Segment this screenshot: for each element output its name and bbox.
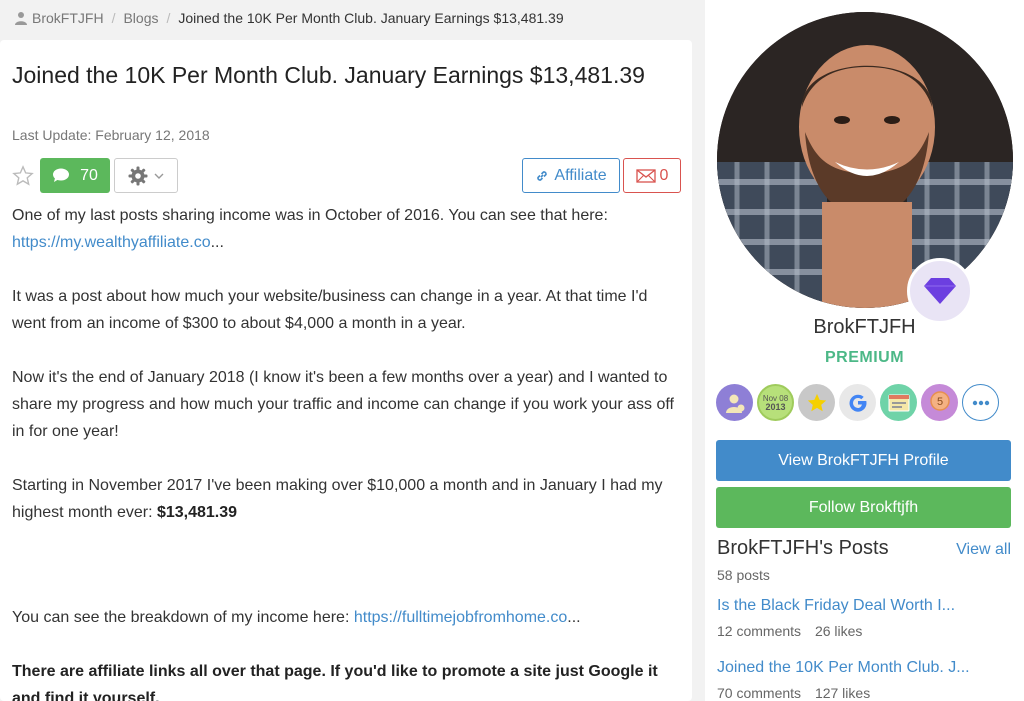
post-link[interactable]: Is the Black Friday Deal Worth I... [717,597,1012,615]
like-count: 127 likes [814,685,871,701]
profile-name: BrokFTJFH [813,316,916,338]
member-since-badge[interactable]: Nov 08 2013 [757,384,794,421]
link-ellipsis: ... [567,609,581,626]
post-card: Joined the 10K Per Month Club. January E… [0,40,692,701]
post-meta: 12 comments 26 likes [717,623,1012,639]
paragraph: It was a post about how much your websit… [12,288,648,332]
posts-count: 58 posts [717,567,770,583]
wealthy-affiliate-link[interactable]: https://my.wealthyaffiliate.co [12,234,211,251]
member-since-year: 2013 [765,401,786,412]
comments-button[interactable]: 70 [40,158,110,193]
star-icon[interactable] [12,165,34,187]
comment-bubble-icon [53,168,70,182]
google-icon[interactable] [839,384,876,421]
chevron-down-icon [154,173,164,179]
user-gear-icon[interactable] [716,384,753,421]
avatar[interactable] [717,12,1013,308]
list-item: Is the Black Friday Deal Worth I... 12 c… [717,597,1012,639]
profile-sidebar: BrokFTJFH PREMIUM Nov 08 2013 5 View Bro… [705,0,1024,701]
post-title: Joined the 10K Per Month Club. January E… [12,62,645,88]
diamond-icon [924,278,956,304]
breadcrumb: BrokFTJFH / Blogs / Joined the 10K Per M… [14,10,564,26]
highest-earnings: $13,481.39 [156,504,238,521]
paragraph-text: You can see the breakdown of my income h… [12,609,354,626]
settings-dropdown[interactable] [114,158,178,193]
paragraph: One of my last posts sharing income was … [12,202,682,256]
list-item: Joined the 10K Per Month Club. J... 70 c… [717,659,1012,701]
star-icon[interactable] [798,384,835,421]
message-count: 0 [659,166,669,184]
gear-icon [128,166,148,185]
post-toolbar: 70 Affiliate 0 [10,158,682,194]
paragraph-text: Starting in November 2017 I've been maki… [12,477,663,521]
membership-level: PREMIUM [824,349,905,366]
breadcrumb-blogs-link[interactable]: Blogs [123,10,158,26]
breadcrumb-separator: / [111,10,116,26]
follow-button[interactable]: Follow Brokftjfh [716,487,1011,528]
breadcrumb-user-link[interactable]: BrokFTJFH [32,10,104,26]
paragraph-text: One of my last posts sharing income was … [12,207,608,224]
breadcrumb-separator: / [166,10,171,26]
more-icon[interactable] [962,384,999,421]
affiliate-label: Affiliate [554,166,607,184]
ribbon-number: 5 [936,396,942,408]
avatar-photo [717,12,1013,308]
posts-heading: BrokFTJFH's Posts [717,537,889,559]
paragraph: Now it's the end of January 2018 (I know… [12,369,674,440]
affiliate-button[interactable]: Affiliate [522,158,620,193]
paragraph: Starting in November 2017 I've been maki… [12,472,682,526]
comment-count: 70 [80,166,98,184]
view-profile-button[interactable]: View BrokFTJFH Profile [716,440,1011,481]
view-all-link[interactable]: View all [956,541,1011,559]
post-meta: 70 comments 127 likes [717,685,1012,701]
income-breakdown-link[interactable]: https://fulltimejobfromhome.co [354,609,567,626]
post-link[interactable]: Joined the 10K Per Month Club. J... [717,659,1012,677]
diamond-membership-badge [907,258,973,324]
paragraph: You can see the breakdown of my income h… [12,604,682,631]
comment-count: 70 comments [717,685,802,701]
last-update: Last Update: February 12, 2018 [12,127,210,143]
achievement-badges: Nov 08 2013 5 [716,384,999,421]
post-body: One of my last posts sharing income was … [12,202,682,701]
paragraph-bold: There are affiliate links all over that … [12,663,658,701]
breadcrumb-current: Joined the 10K Per Month Club. January E… [178,10,564,26]
message-button[interactable]: 0 [623,158,681,193]
link-ellipsis: ... [210,234,224,251]
user-icon [15,12,27,25]
envelope-icon [635,168,656,183]
website-icon[interactable] [880,384,917,421]
ribbon-5-icon[interactable]: 5 [921,384,958,421]
link-icon [537,170,548,181]
like-count: 26 likes [814,623,863,639]
comment-count: 12 comments [717,623,802,639]
